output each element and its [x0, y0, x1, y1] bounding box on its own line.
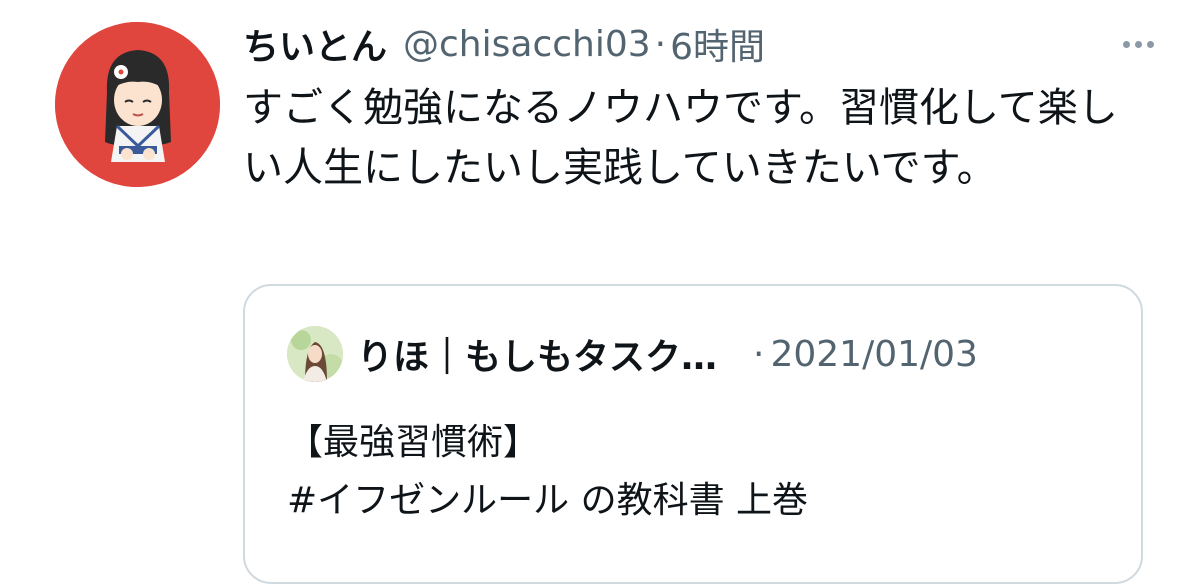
tweet-timestamp[interactable]: 6時間 — [670, 18, 765, 70]
quoted-text-line-1: 【最強習慣術】 — [287, 422, 540, 463]
quoted-user-avatar[interactable] — [287, 326, 343, 382]
quoted-tweet-text: 【最強習慣術】 #イフゼンルール の教科書 上巻 — [287, 414, 1107, 530]
quoted-avatar-photo — [287, 326, 343, 382]
display-name[interactable]: ちいとん — [243, 18, 387, 70]
more-horizontal-icon[interactable] — [1116, 24, 1160, 64]
tweet-text: すごく勉強になるノウハウです。習慣化して楽しい人生にしたいし実践していきたいです… — [243, 85, 1118, 191]
quoted-display-name[interactable]: りほ｜もしもタスク… — [357, 328, 717, 380]
user-handle[interactable]: @chisacchi03 — [403, 24, 651, 65]
quoted-separator-dot: · — [753, 333, 765, 375]
tweet-header: ちいとん @chisacchi03 · 6時間 — [243, 22, 1160, 68]
quoted-tweet-header: りほ｜もしもタスク… · 2021/01/03 — [287, 324, 1101, 384]
separator-dot: · — [654, 23, 667, 65]
avatar-illustration — [55, 22, 220, 187]
user-avatar[interactable] — [55, 22, 220, 187]
quoted-text-line-2: #イフゼンルール の教科書 上巻 — [287, 480, 809, 521]
quoted-tweet-date[interactable]: 2021/01/03 — [770, 334, 978, 375]
quoted-tweet-card[interactable]: りほ｜もしもタスク… · 2021/01/03 【最強習慣術】 #イフゼンルール… — [243, 284, 1143, 584]
